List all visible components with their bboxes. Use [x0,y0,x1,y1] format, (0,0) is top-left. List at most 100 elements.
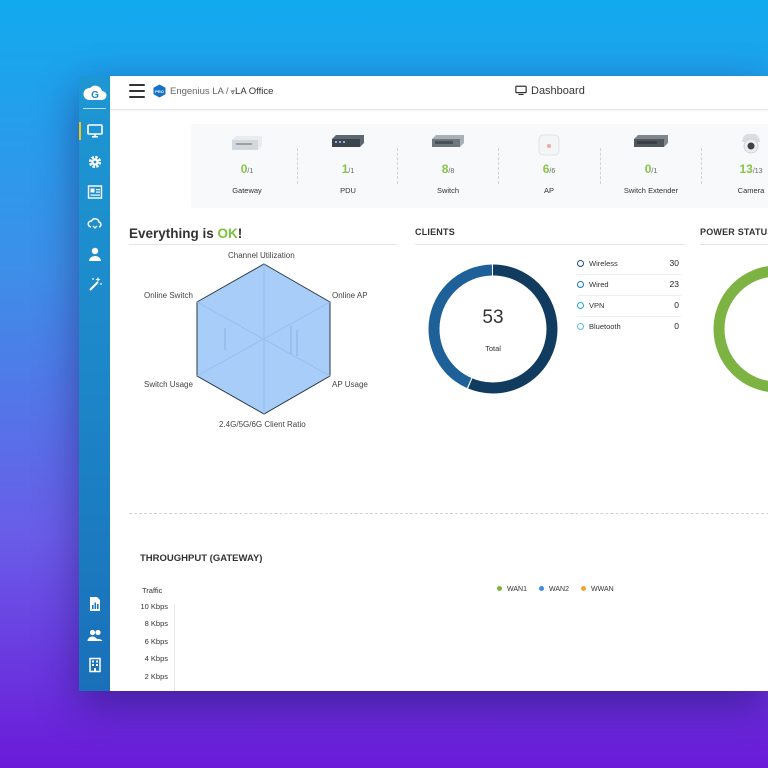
donut-slices [428,264,558,394]
device-card-switch[interactable]: 8/8 Switch [403,124,493,208]
radar-axis-label: Switch Usage [144,380,193,389]
monitor-icon [86,124,103,138]
y-axis-line [174,604,175,691]
health-status-title: Everything is OK! [129,226,243,241]
breadcrumb-org[interactable]: Engenius LA [170,86,224,97]
legend-name: Bluetooth [589,322,621,331]
divider [297,148,298,184]
clients-title: CLIENTS [415,227,455,237]
device-label: PDU [340,186,356,195]
health-radar-chart: Channel Utilization Online AP AP Usage 2… [129,246,399,436]
radar-axis-label: AP Usage [332,380,368,389]
radar-axis-label: Channel Utilization [228,251,295,260]
breadcrumb-separator: / [225,86,229,97]
switch-extender-icon [633,134,669,155]
engenius-logo-icon[interactable]: G [83,82,107,104]
divider [498,148,499,184]
sidebar-item-dashboard[interactable] [79,120,110,142]
pro-badge-icon: PRO [153,84,166,98]
access-point-icon [538,134,560,161]
gear-icon [88,155,101,169]
divider [129,244,397,245]
list-panel-icon [87,185,102,199]
sidebar-item-inventory[interactable] [79,181,110,203]
device-card-ap[interactable]: 6/6 AP [504,124,594,208]
device-card-pdu[interactable]: 1/1 PDU [303,124,393,208]
y-tick-label: 2 Kbps [144,672,168,681]
breadcrumb-site[interactable]: LA Office [235,86,273,97]
pdu-device-icon [331,134,365,155]
legend-item-wan2[interactable]: WAN2 [539,586,569,593]
device-label: AP [543,186,554,195]
legend-dot [577,281,584,288]
legend-dot [577,302,584,309]
section-divider [129,513,768,514]
legend-value: 0 [674,321,679,331]
breadcrumb: Engenius LA / ⩔LA Office [170,86,273,97]
y-tick-label: 6 Kbps [144,637,168,646]
legend-dot [497,586,502,591]
device-label: Gateway [232,186,262,195]
power-ring [713,266,768,392]
sidebar-item-tools[interactable] [79,273,110,295]
sidebar-item-cloud[interactable] [79,212,110,234]
gateway-device-icon [230,134,264,157]
clients-legend-row: Bluetooth 0 [577,317,681,337]
device-count: 1/1 [341,162,355,176]
legend-item-wwan[interactable]: WWAN [581,586,614,593]
device-card-camera[interactable]: 13/13 Camera [706,124,768,208]
legend-item-wan1[interactable]: WAN1 [497,586,527,593]
sidebar-item-settings[interactable] [79,151,110,173]
clients-donut-chart [428,264,558,394]
device-count: 6/6 [542,162,556,176]
clients-legend-row: Wireless 30 [577,254,681,275]
top-bar: PRO Engenius LA / ⩔LA Office Dashboard [110,76,768,110]
legend-dot [577,323,584,330]
divider [600,148,601,184]
power-status-title: POWER STATUS [700,227,768,237]
radar-axis-label: 2.4G/5G/6G Client Ratio [219,420,306,429]
legend-name: Wired [589,280,609,289]
device-summary: 0/1 Gateway 1/1 PDU 8/8 Switch 6/6 AP 0/… [191,124,768,208]
sidebar: G [79,76,110,691]
camera-device-icon [739,133,763,161]
radar-axis-label: Online AP [332,291,368,300]
sidebar-item-users[interactable] [79,243,110,265]
y-tick-label: 8 Kbps [144,619,168,628]
legend-dot [539,586,544,591]
power-donut-chart [713,266,768,392]
sidebar-item-team[interactable] [79,624,110,646]
divider [397,148,398,184]
magic-wand-icon [88,277,102,291]
device-count: 13/13 [739,162,763,176]
legend-name: Wireless [589,259,618,268]
divider [701,148,702,184]
sidebar-item-reports[interactable] [79,593,110,615]
device-label: Camera [737,186,765,195]
team-icon [87,629,102,641]
legend-value: 0 [674,300,679,310]
divider [415,244,685,245]
switch-device-icon [431,134,465,155]
device-card-gateway[interactable]: 0/1 Gateway [202,124,292,208]
logo-underline [83,108,106,109]
legend-value: 23 [669,279,679,289]
monitor-icon [515,85,527,96]
user-icon [88,247,101,261]
cloud-sync-icon [87,218,102,229]
legend-dot [577,260,584,267]
hamburger-menu-icon[interactable] [129,84,145,98]
device-card-switch-extender[interactable]: 0/1 Switch Extender [606,124,696,208]
device-label: Switch [436,186,460,195]
clients-legend-row: VPN 0 [577,296,681,317]
page-title-text: Dashboard [531,85,585,97]
device-count: 8/8 [441,162,455,176]
svg-text:PRO: PRO [155,89,164,94]
legend-name: VPN [589,301,605,310]
device-count: 0/1 [240,162,254,176]
sidebar-item-organization[interactable] [79,654,110,676]
svg-text:G: G [91,90,99,101]
y-tick-label: 4 Kbps [144,654,168,663]
radar-axis-label: Online Switch [144,291,193,300]
device-label: Switch Extender [623,186,679,195]
